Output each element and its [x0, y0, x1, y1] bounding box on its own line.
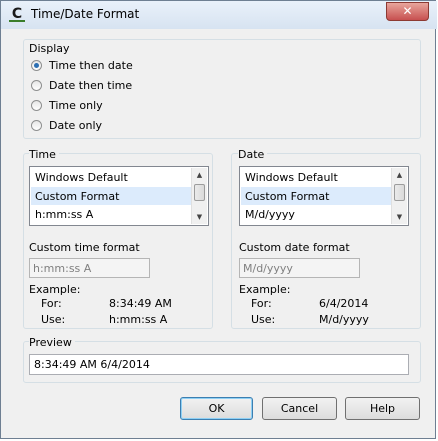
radio-indicator [31, 119, 42, 131]
time-group-label: Time [29, 148, 59, 161]
date-example-label: Example: [239, 283, 291, 296]
radio-date-only[interactable]: Date only [31, 117, 102, 133]
date-use-value: M/d/yyyy [319, 313, 369, 326]
radio-time-only[interactable]: Time only [31, 97, 103, 113]
scroll-down-icon[interactable]: ▼ [392, 211, 407, 223]
date-use-label: Use: [251, 313, 276, 326]
title-bar[interactable]: C Time/Date Format ✕ [1, 1, 437, 29]
cancel-button[interactable]: Cancel [262, 397, 337, 420]
radio-date-then-time[interactable]: Date then time [31, 77, 132, 93]
app-icon: C [9, 6, 25, 22]
list-item[interactable]: h:mm:ss A [35, 208, 93, 221]
time-for-value: 8:34:49 AM [109, 297, 172, 310]
display-group-label: Display [29, 42, 70, 55]
time-example-label: Example: [29, 283, 81, 296]
preview-field: 8:34:49 AM 6/4/2014 [29, 354, 409, 375]
radio-label: Time only [49, 98, 103, 112]
time-for-label: For: [41, 297, 62, 310]
date-group-label: Date [238, 148, 268, 161]
custom-time-format-label: Custom time format [29, 241, 140, 254]
list-scrollbar[interactable]: ▲ ▼ [191, 168, 207, 224]
custom-date-format-field: M/d/yyyy [239, 258, 360, 278]
ok-button[interactable]: OK [180, 397, 253, 420]
scroll-up-icon[interactable]: ▲ [192, 169, 207, 181]
scroll-thumb[interactable] [394, 184, 405, 201]
time-use-value: h:mm:ss A [109, 313, 168, 326]
list-item[interactable]: Windows Default [35, 171, 128, 184]
list-item[interactable]: Custom Format [245, 190, 329, 203]
date-for-label: For: [251, 297, 272, 310]
custom-date-format-label: Custom date format [239, 241, 350, 254]
radio-indicator [31, 59, 42, 71]
date-format-list[interactable]: Windows Default Custom Format M/d/yyyy ▲… [239, 166, 409, 226]
list-scrollbar[interactable]: ▲ ▼ [391, 168, 407, 224]
time-use-label: Use: [41, 313, 66, 326]
close-icon: ✕ [402, 4, 413, 18]
close-button[interactable]: ✕ [386, 2, 429, 21]
scroll-down-icon[interactable]: ▼ [192, 211, 207, 223]
date-for-value: 6/4/2014 [319, 297, 369, 310]
list-item[interactable]: Custom Format [35, 190, 119, 203]
radio-label: Time then date [49, 58, 133, 72]
time-format-list[interactable]: Windows Default Custom Format h:mm:ss A … [29, 166, 209, 226]
list-item[interactable]: M/d/yyyy [245, 208, 295, 221]
scroll-thumb[interactable] [194, 184, 205, 201]
scroll-up-icon[interactable]: ▲ [392, 169, 407, 181]
help-button[interactable]: Help [345, 397, 420, 420]
radio-label: Date only [49, 118, 103, 132]
radio-indicator [31, 99, 42, 111]
dialog-window: C Time/Date Format ✕ Display Time then d… [0, 0, 437, 439]
radio-time-then-date[interactable]: Time then date [31, 57, 133, 73]
window-title: Time/Date Format [31, 7, 140, 21]
preview-group-label: Preview [29, 336, 75, 349]
list-item[interactable]: Windows Default [245, 171, 338, 184]
radio-indicator [31, 79, 42, 91]
custom-time-format-field: h:mm:ss A [29, 258, 150, 278]
radio-label: Date then time [49, 78, 133, 92]
